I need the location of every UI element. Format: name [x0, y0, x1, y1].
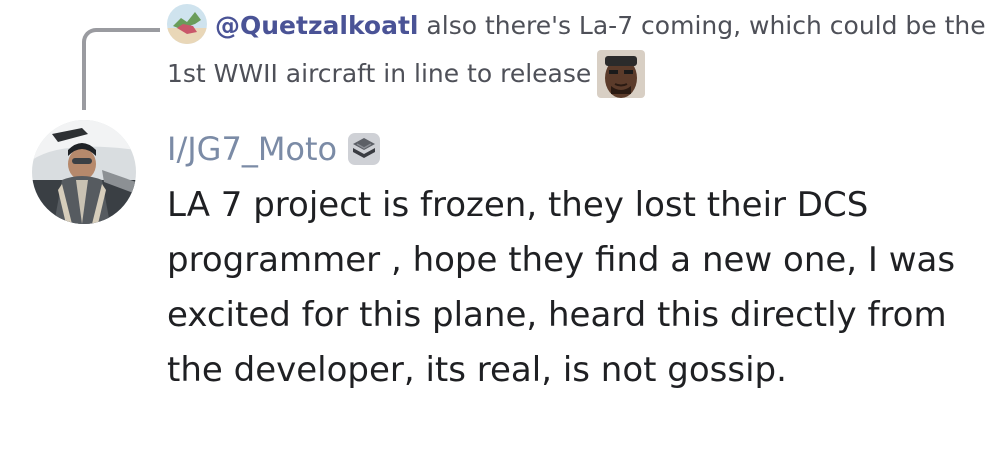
chat-message: @Quetzalkoatl also there's La-7 coming, …: [0, 0, 1000, 456]
reply-author-avatar[interactable]: [167, 4, 207, 44]
author-username[interactable]: I/JG7_Moto: [167, 130, 337, 168]
author-avatar[interactable]: [32, 120, 136, 224]
reply-mention[interactable]: @Quetzalkoatl: [215, 11, 418, 40]
message-content: LA 7 project is frozen, they lost their …: [167, 185, 956, 390]
reply-connector-line: [82, 28, 160, 110]
server-role-badge-icon[interactable]: [347, 132, 381, 166]
message-header: I/JG7_Moto: [167, 126, 381, 172]
reply-preview[interactable]: @Quetzalkoatl also there's La-7 coming, …: [167, 2, 987, 98]
snoop-dogg-emoji-icon: [597, 50, 646, 98]
